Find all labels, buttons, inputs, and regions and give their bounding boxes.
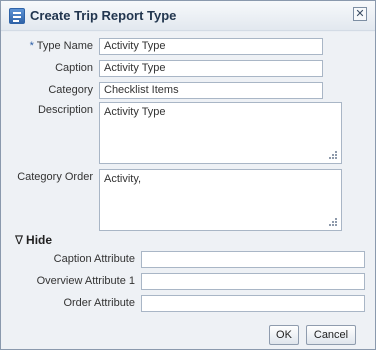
caption-label: Caption xyxy=(55,62,93,74)
required-marker: * xyxy=(29,40,34,52)
type-name-label: * Type Name xyxy=(29,40,93,52)
category-order-text: Activity, xyxy=(104,173,142,185)
ok-button[interactable]: OK xyxy=(269,325,299,345)
category-label: Category xyxy=(48,84,93,96)
category-order-label: Category Order xyxy=(17,171,93,183)
overview-attribute-1-input[interactable] xyxy=(141,273,365,290)
resize-grip-icon[interactable] xyxy=(329,218,337,226)
caption-input[interactable]: Activity Type xyxy=(99,60,323,77)
create-trip-report-type-dialog: Create Trip Report Type ✕ * Type Name Ac… xyxy=(0,0,376,350)
order-attribute-input[interactable] xyxy=(141,295,365,312)
description-text: Activity Type xyxy=(104,106,166,118)
caption-attribute-input[interactable] xyxy=(141,251,365,268)
description-label: Description xyxy=(37,104,93,116)
resize-grip-icon[interactable] xyxy=(329,151,337,159)
cancel-button[interactable]: Cancel xyxy=(306,325,356,345)
hide-section-header[interactable]: ∇ Hide xyxy=(15,233,52,247)
hide-section-title: Hide xyxy=(26,233,53,247)
type-name-input[interactable]: Activity Type xyxy=(99,38,323,55)
dialog-title-bar: Create Trip Report Type ✕ xyxy=(1,1,375,31)
category-input[interactable]: Checklist Items xyxy=(99,82,323,99)
collapse-triangle-icon[interactable]: ∇ xyxy=(15,233,23,247)
caption-attribute-label: Caption Attribute xyxy=(53,253,135,265)
order-attribute-label: Order Attribute xyxy=(63,297,135,309)
dialog-title: Create Trip Report Type xyxy=(30,8,177,23)
category-order-textarea[interactable]: Activity, xyxy=(99,169,342,231)
overview-attribute-1-label: Overview Attribute 1 xyxy=(36,275,135,287)
dialog-icon xyxy=(9,8,25,24)
close-icon[interactable]: ✕ xyxy=(353,7,367,21)
description-textarea[interactable]: Activity Type xyxy=(99,102,342,164)
